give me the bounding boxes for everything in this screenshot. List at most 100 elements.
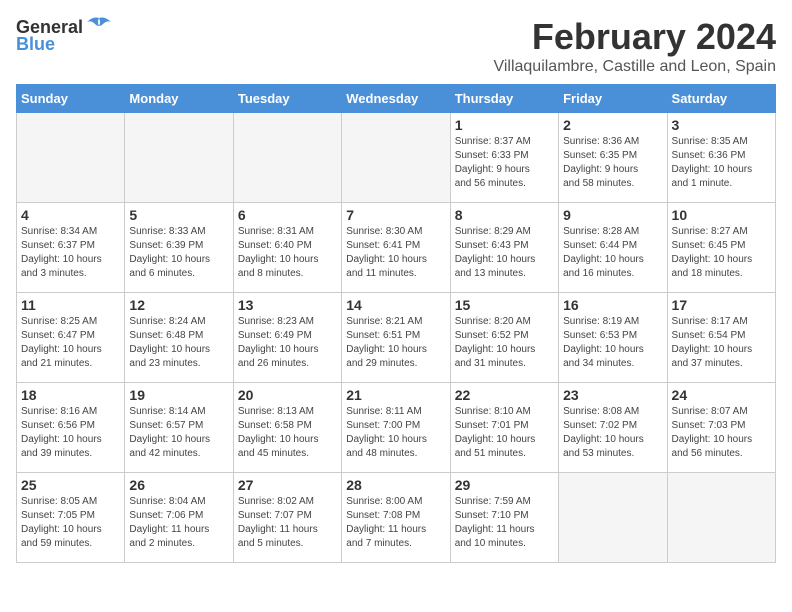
calendar-day-cell: 5 Sunrise: 8:33 AM Sunset: 6:39 PM Daylig… — [125, 203, 233, 293]
calendar-day-cell: 22 Sunrise: 8:10 AM Sunset: 7:01 PM Dayli… — [450, 383, 558, 473]
day-number: 6 — [238, 207, 337, 223]
day-info: Sunrise: 8:34 AM Sunset: 6:37 PM Dayligh… — [21, 225, 120, 281]
calendar-table: SundayMondayTuesdayWednesdayThursdayFrid… — [16, 84, 776, 563]
calendar-day-header: Saturday — [667, 85, 775, 113]
day-info: Sunrise: 8:35 AM Sunset: 6:36 PM Dayligh… — [672, 135, 771, 191]
day-number: 18 — [21, 387, 120, 403]
day-info: Sunrise: 8:13 AM Sunset: 6:58 PM Dayligh… — [238, 405, 337, 461]
logo-bird-icon — [85, 16, 113, 38]
day-number: 21 — [346, 387, 445, 403]
calendar-day-cell: 29Sunrise: 7:59 AM Sunset: 7:10 PM Dayli… — [450, 473, 558, 563]
day-number: 4 — [21, 207, 120, 223]
calendar-day-cell: 3Sunrise: 8:35 AM Sunset: 6:36 PM Daylig… — [667, 113, 775, 203]
title-area: February 2024 Villaquilambre, Castille a… — [493, 16, 776, 76]
calendar-day-cell: 13 Sunrise: 8:23 AM Sunset: 6:49 PM Dayli… — [233, 293, 341, 383]
calendar-header-row: SundayMondayTuesdayWednesdayThursdayFrid… — [17, 85, 776, 113]
calendar-day-cell — [342, 113, 450, 203]
calendar-day-cell: 28 Sunrise: 8:00 AM Sunset: 7:08 PM Dayli… — [342, 473, 450, 563]
day-info: Sunrise: 8:05 AM Sunset: 7:05 PM Dayligh… — [21, 495, 120, 551]
day-number: 5 — [129, 207, 228, 223]
day-info: Sunrise: 8:20 AM Sunset: 6:52 PM Dayligh… — [455, 315, 554, 371]
page-subtitle: Villaquilambre, Castille and Leon, Spain — [493, 58, 776, 76]
page-header: General Blue February 2024 Villaquilambr… — [16, 16, 776, 76]
day-info: Sunrise: 8:29 AM Sunset: 6:43 PM Dayligh… — [455, 225, 554, 281]
day-info: Sunrise: 8:33 AM Sunset: 6:39 PM Dayligh… — [129, 225, 228, 281]
day-info: Sunrise: 8:36 AM Sunset: 6:35 PM Dayligh… — [563, 135, 662, 191]
calendar-day-cell: 6Sunrise: 8:31 AM Sunset: 6:40 PM Daylig… — [233, 203, 341, 293]
calendar-day-cell: 15 Sunrise: 8:20 AM Sunset: 6:52 PM Dayli… — [450, 293, 558, 383]
calendar-day-cell: 23 Sunrise: 8:08 AM Sunset: 7:02 PM Dayli… — [559, 383, 667, 473]
calendar-day-cell: 11Sunrise: 8:25 AM Sunset: 6:47 PM Dayli… — [17, 293, 125, 383]
day-info: Sunrise: 8:28 AM Sunset: 6:44 PM Dayligh… — [563, 225, 662, 281]
day-number: 19 — [129, 387, 228, 403]
calendar-day-cell — [233, 113, 341, 203]
day-info: Sunrise: 8:23 AM Sunset: 6:49 PM Dayligh… — [238, 315, 337, 371]
calendar-day-cell — [667, 473, 775, 563]
calendar-day-cell: 25 Sunrise: 8:05 AM Sunset: 7:05 PM Dayli… — [17, 473, 125, 563]
day-info: Sunrise: 8:00 AM Sunset: 7:08 PM Dayligh… — [346, 495, 445, 551]
calendar-day-cell: 17 Sunrise: 8:17 AM Sunset: 6:54 PM Dayli… — [667, 293, 775, 383]
day-number: 12 — [129, 297, 228, 313]
calendar-day-cell: 1 Sunrise: 8:37 AM Sunset: 6:33 PM Daylig… — [450, 113, 558, 203]
day-info: Sunrise: 8:08 AM Sunset: 7:02 PM Dayligh… — [563, 405, 662, 461]
calendar-day-cell: 9 Sunrise: 8:28 AM Sunset: 6:44 PM Daylig… — [559, 203, 667, 293]
day-number: 28 — [346, 477, 445, 493]
calendar-week-row: 25 Sunrise: 8:05 AM Sunset: 7:05 PM Dayli… — [17, 473, 776, 563]
calendar-day-cell: 27 Sunrise: 8:02 AM Sunset: 7:07 PM Dayli… — [233, 473, 341, 563]
day-info: Sunrise: 7:59 AM Sunset: 7:10 PM Dayligh… — [455, 495, 554, 551]
calendar-day-cell: 10 Sunrise: 8:27 AM Sunset: 6:45 PM Dayli… — [667, 203, 775, 293]
calendar-week-row: 1 Sunrise: 8:37 AM Sunset: 6:33 PM Daylig… — [17, 113, 776, 203]
calendar-day-cell: 14 Sunrise: 8:21 AM Sunset: 6:51 PM Dayli… — [342, 293, 450, 383]
calendar-day-cell: 19 Sunrise: 8:14 AM Sunset: 6:57 PM Dayli… — [125, 383, 233, 473]
day-number: 27 — [238, 477, 337, 493]
calendar-day-cell — [125, 113, 233, 203]
day-number: 1 — [455, 117, 554, 133]
day-number: 16 — [563, 297, 662, 313]
calendar-day-cell: 4 Sunrise: 8:34 AM Sunset: 6:37 PM Daylig… — [17, 203, 125, 293]
day-number: 17 — [672, 297, 771, 313]
day-number: 22 — [455, 387, 554, 403]
calendar-day-cell: 2 Sunrise: 8:36 AM Sunset: 6:35 PM Daylig… — [559, 113, 667, 203]
day-number: 2 — [563, 117, 662, 133]
day-info: Sunrise: 8:14 AM Sunset: 6:57 PM Dayligh… — [129, 405, 228, 461]
calendar-day-cell: 7 Sunrise: 8:30 AM Sunset: 6:41 PM Daylig… — [342, 203, 450, 293]
day-info: Sunrise: 8:04 AM Sunset: 7:06 PM Dayligh… — [129, 495, 228, 551]
day-number: 25 — [21, 477, 120, 493]
calendar-day-cell: 26 Sunrise: 8:04 AM Sunset: 7:06 PM Dayli… — [125, 473, 233, 563]
day-info: Sunrise: 8:37 AM Sunset: 6:33 PM Dayligh… — [455, 135, 554, 191]
calendar-week-row: 18 Sunrise: 8:16 AM Sunset: 6:56 PM Dayli… — [17, 383, 776, 473]
calendar-day-cell: 16 Sunrise: 8:19 AM Sunset: 6:53 PM Dayli… — [559, 293, 667, 383]
day-number: 23 — [563, 387, 662, 403]
calendar-day-header: Friday — [559, 85, 667, 113]
day-info: Sunrise: 8:21 AM Sunset: 6:51 PM Dayligh… — [346, 315, 445, 371]
day-number: 15 — [455, 297, 554, 313]
day-number: 11 — [21, 297, 120, 313]
day-info: Sunrise: 8:10 AM Sunset: 7:01 PM Dayligh… — [455, 405, 554, 461]
logo-blue: Blue — [16, 34, 55, 55]
calendar-day-header: Monday — [125, 85, 233, 113]
calendar-day-cell — [17, 113, 125, 203]
day-info: Sunrise: 8:19 AM Sunset: 6:53 PM Dayligh… — [563, 315, 662, 371]
day-number: 7 — [346, 207, 445, 223]
day-number: 9 — [563, 207, 662, 223]
calendar-day-cell: 24Sunrise: 8:07 AM Sunset: 7:03 PM Dayli… — [667, 383, 775, 473]
day-number: 8 — [455, 207, 554, 223]
day-number: 26 — [129, 477, 228, 493]
logo: General Blue — [16, 16, 113, 55]
day-info: Sunrise: 8:17 AM Sunset: 6:54 PM Dayligh… — [672, 315, 771, 371]
calendar-day-cell: 18 Sunrise: 8:16 AM Sunset: 6:56 PM Dayli… — [17, 383, 125, 473]
day-number: 13 — [238, 297, 337, 313]
day-info: Sunrise: 8:30 AM Sunset: 6:41 PM Dayligh… — [346, 225, 445, 281]
calendar-day-header: Wednesday — [342, 85, 450, 113]
calendar-week-row: 4 Sunrise: 8:34 AM Sunset: 6:37 PM Daylig… — [17, 203, 776, 293]
calendar-day-cell: 8 Sunrise: 8:29 AM Sunset: 6:43 PM Daylig… — [450, 203, 558, 293]
page-title: February 2024 — [493, 16, 776, 58]
day-info: Sunrise: 8:16 AM Sunset: 6:56 PM Dayligh… — [21, 405, 120, 461]
day-number: 10 — [672, 207, 771, 223]
calendar-day-header: Thursday — [450, 85, 558, 113]
calendar-week-row: 11Sunrise: 8:25 AM Sunset: 6:47 PM Dayli… — [17, 293, 776, 383]
day-info: Sunrise: 8:27 AM Sunset: 6:45 PM Dayligh… — [672, 225, 771, 281]
day-info: Sunrise: 8:02 AM Sunset: 7:07 PM Dayligh… — [238, 495, 337, 551]
calendar-day-cell — [559, 473, 667, 563]
day-number: 14 — [346, 297, 445, 313]
